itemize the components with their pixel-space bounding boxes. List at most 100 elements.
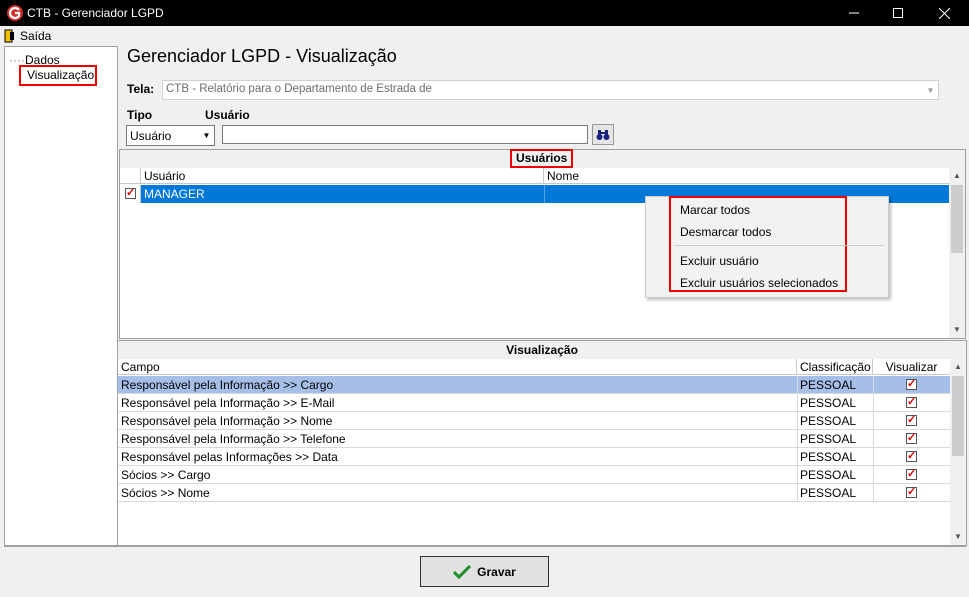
row-checkbox[interactable] [125, 186, 136, 199]
save-button[interactable]: Gravar [420, 556, 549, 587]
tree-item-dados[interactable]: ····Dados [9, 53, 60, 67]
minimize-icon [849, 12, 859, 14]
tela-combo[interactable]: CTB - Relatório para o Departamento de E… [162, 80, 939, 100]
tipo-select[interactable]: Usuário ▼ [126, 125, 215, 146]
exit-door-icon [4, 29, 14, 42]
table-row[interactable]: Sócios >> Cargo PESSOAL [118, 466, 950, 484]
cell-campo: Responsável pelas Informações >> Data [121, 450, 338, 464]
cell-campo: Responsável pela Informação >> E-Mail [121, 396, 335, 410]
view-col-visualizar[interactable]: Visualizar [873, 359, 950, 375]
table-row[interactable]: Responsável pela Informação >> Telefone P… [118, 430, 950, 448]
cell-campo: Sócios >> Cargo [121, 468, 211, 482]
maximize-button[interactable] [875, 0, 921, 26]
chevron-down-icon: ▼ [926, 85, 935, 95]
usuario-label: Usuário [205, 108, 250, 122]
view-grid: Campo Classificação Visualizar Responsáv… [118, 359, 950, 545]
view-section-title: Visualização [118, 341, 966, 359]
menu-item-excluir-usuario[interactable]: Excluir usuário [680, 254, 759, 268]
table-row[interactable]: Responsável pela Informação >> Nome PESSO… [118, 412, 950, 430]
cell-classificacao: PESSOAL [800, 486, 857, 500]
cell-divider [873, 430, 874, 448]
binoculars-icon [596, 129, 610, 140]
scroll-up-icon[interactable]: ▲ [950, 359, 966, 375]
window-title: CTB - Gerenciador LGPD [27, 6, 164, 20]
cell-campo: Responsável pela Informação >> Telefone [121, 432, 346, 446]
visualizar-checkbox[interactable] [906, 377, 917, 390]
tree-item-label: Dados [24, 53, 60, 67]
users-col-usuario[interactable]: Usuário [141, 168, 544, 184]
table-row[interactable]: Responsável pela Informação >> E-Mail PES… [118, 394, 950, 412]
context-menu: Marcar todos Desmarcar todos Excluir usu… [645, 196, 889, 298]
cell-divider [797, 412, 798, 430]
users-section-title: Usuários [509, 149, 574, 168]
visualizar-checkbox[interactable] [906, 485, 917, 498]
navigation-tree: ····Dados Visualização [4, 46, 118, 546]
table-row[interactable]: Sócios >> Nome PESSOAL [118, 484, 950, 502]
tree-item-label: Visualização [27, 68, 95, 82]
table-row[interactable]: Responsável pela Informação >> Cargo PESS… [118, 376, 950, 394]
visualizar-checkbox[interactable] [906, 431, 917, 444]
scroll-down-icon[interactable]: ▼ [950, 529, 966, 545]
cell-classificacao: PESSOAL [800, 432, 857, 446]
scroll-down-icon[interactable]: ▼ [949, 322, 965, 338]
view-col-campo[interactable]: Campo [118, 359, 797, 375]
view-panel: Visualização Campo Classificação Visuali… [117, 340, 967, 546]
cell-divider [873, 484, 874, 502]
users-scrollbar[interactable]: ▲ ▼ [949, 168, 965, 338]
visualizar-checkbox[interactable] [906, 449, 917, 462]
users-col-indicator [120, 168, 141, 184]
cell-divider [797, 448, 798, 466]
visualizar-checkbox[interactable] [906, 395, 917, 408]
scroll-thumb[interactable] [952, 376, 964, 456]
cell-divider [873, 376, 874, 394]
cell-divider [873, 394, 874, 412]
menu-item-desmarcar-todos[interactable]: Desmarcar todos [680, 225, 771, 239]
view-scrollbar[interactable]: ▲ ▼ [950, 359, 966, 545]
cell-divider [797, 430, 798, 448]
cell-divider [873, 466, 874, 484]
page-title: Gerenciador LGPD - Visualização [127, 46, 397, 66]
tipo-value: Usuário [130, 129, 172, 143]
save-button-label: Gravar [477, 564, 516, 579]
checkmark-icon [453, 564, 472, 579]
cell-divider [797, 394, 798, 412]
app-logo-icon [7, 5, 23, 21]
chevron-down-icon: ▼ [202, 131, 211, 140]
tela-label: Tela: [127, 82, 155, 96]
tipo-label: Tipo [127, 108, 153, 122]
menu-item-excluir-selecionados[interactable]: Excluir usuários selecionados [680, 276, 838, 290]
menu-item-saida[interactable]: Saída [4, 27, 51, 44]
scroll-up-icon[interactable]: ▲ [949, 168, 965, 184]
scroll-thumb[interactable] [951, 185, 963, 253]
users-section-header: Usuários [120, 149, 965, 168]
cell-divider [797, 466, 798, 484]
table-row[interactable]: Responsável pelas Informações >> Data PES… [118, 448, 950, 466]
title-bar: CTB - Gerenciador LGPD [0, 0, 969, 26]
cell-classificacao: PESSOAL [800, 450, 857, 464]
cell-divider [797, 484, 798, 502]
menu-bar: Saída [0, 26, 969, 45]
menu-item-marcar-todos[interactable]: Marcar todos [680, 203, 750, 217]
menu-item-label: Saída [20, 28, 52, 43]
minimize-button[interactable] [831, 0, 877, 26]
usuario-input[interactable] [222, 125, 588, 144]
cell-classificacao: PESSOAL [800, 378, 857, 392]
view-col-classificacao[interactable]: Classificação [797, 359, 873, 375]
cell-divider [873, 412, 874, 430]
close-icon [938, 7, 950, 19]
footer-divider [4, 546, 966, 547]
cell-campo: Responsável pela Informação >> Cargo [121, 378, 334, 392]
row-usuario: MANAGER [144, 187, 205, 201]
tree-item-visualizacao[interactable]: Visualização [19, 65, 97, 86]
visualizar-checkbox[interactable] [906, 413, 917, 426]
users-col-nome[interactable]: Nome [544, 168, 949, 184]
search-button[interactable] [592, 124, 614, 145]
cell-divider [797, 376, 798, 394]
cell-campo: Sócios >> Nome [121, 486, 210, 500]
cell-divider [873, 448, 874, 466]
tela-value: CTB - Relatório para o Departamento de E… [166, 83, 432, 95]
maximize-icon [893, 8, 903, 18]
cell-classificacao: PESSOAL [800, 414, 857, 428]
visualizar-checkbox[interactable] [906, 467, 917, 480]
close-button[interactable] [921, 0, 967, 26]
